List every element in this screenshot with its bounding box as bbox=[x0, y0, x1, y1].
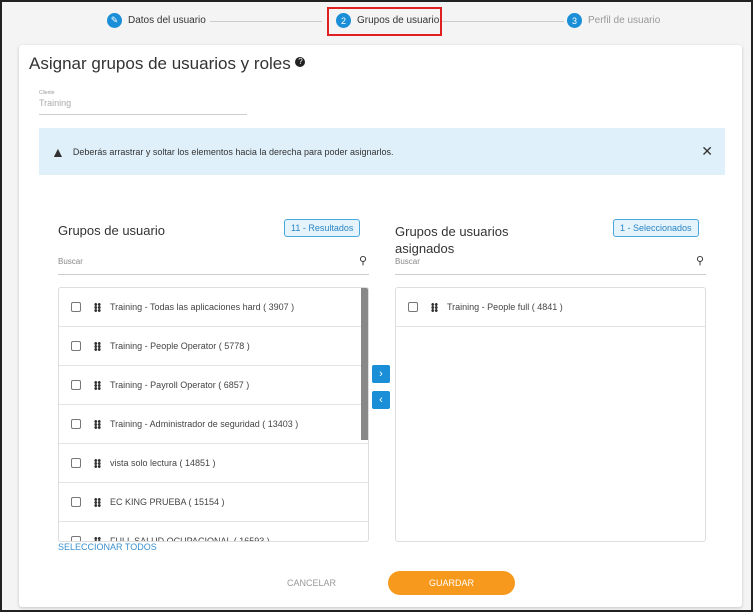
list-item[interactable]: Training - People full ( 4841 ) bbox=[396, 288, 705, 327]
results-badge: 11 - Resultados bbox=[284, 219, 361, 237]
step-perfil[interactable]: 3 Perfil de usuario bbox=[567, 13, 660, 28]
list-item[interactable]: EC KING PRUEBA ( 15154 ) bbox=[59, 483, 368, 522]
list-item[interactable]: vista solo lectura ( 14851 ) bbox=[59, 444, 368, 483]
close-icon[interactable]: ✕ bbox=[701, 143, 713, 160]
info-alert: ▲ Deberás arrastrar y soltar los elemento… bbox=[39, 128, 725, 175]
item-label: Training - Administrador de seguridad ( … bbox=[110, 419, 299, 429]
drag-handle-icon[interactable] bbox=[94, 419, 101, 429]
client-label: Cliente bbox=[39, 90, 55, 96]
drag-handle-icon[interactable] bbox=[431, 302, 438, 312]
select-all-link[interactable]: SELECCIONAR TODOS bbox=[58, 542, 157, 552]
placeholder: Buscar bbox=[58, 257, 83, 266]
step-datos[interactable]: ✎ Datos del usuario bbox=[107, 13, 206, 28]
search-icon[interactable]: ⚲ bbox=[696, 254, 704, 267]
checkbox[interactable] bbox=[71, 419, 81, 429]
drag-handle-icon[interactable] bbox=[94, 458, 101, 468]
list-item[interactable]: Training - Todas las aplicaciones hard (… bbox=[59, 288, 368, 327]
checkbox[interactable] bbox=[71, 380, 81, 390]
checkbox[interactable] bbox=[71, 302, 81, 312]
left-title: Grupos de usuario bbox=[58, 223, 165, 238]
scrollbar[interactable] bbox=[361, 288, 368, 440]
list-item[interactable]: Training - People Operator ( 5778 ) bbox=[59, 327, 368, 366]
item-label: Training - Todas las aplicaciones hard (… bbox=[110, 302, 295, 312]
list-item[interactable]: Training - Payroll Operator ( 6857 ) bbox=[59, 366, 368, 405]
left-list: Training - Todas las aplicaciones hard (… bbox=[58, 287, 369, 542]
checkbox[interactable] bbox=[71, 341, 81, 351]
right-list: Training - People full ( 4841 ) bbox=[395, 287, 706, 542]
item-label: vista solo lectura ( 14851 ) bbox=[110, 458, 216, 468]
move-right-button[interactable]: › bbox=[372, 365, 390, 383]
cancel-button[interactable]: CANCELAR bbox=[287, 578, 336, 588]
step-label: Perfil de usuario bbox=[588, 15, 661, 26]
list-item[interactable]: FULL SALUD OCUPACIONAL ( 16593 ) bbox=[59, 522, 368, 541]
move-left-button[interactable]: ‹ bbox=[372, 391, 390, 409]
checkbox[interactable] bbox=[71, 458, 81, 468]
step-label: Grupos de usuario bbox=[357, 15, 440, 26]
step-number: 2 bbox=[336, 13, 351, 28]
left-search-input[interactable]: Buscar ⚲ bbox=[58, 254, 369, 275]
drag-handle-icon[interactable] bbox=[94, 302, 101, 312]
page-title: Asignar grupos de usuarios y roles ? bbox=[29, 54, 306, 74]
right-search-input[interactable]: Buscar ⚲ bbox=[395, 254, 706, 275]
search-icon[interactable]: ⚲ bbox=[359, 254, 367, 267]
save-button[interactable]: GUARDAR bbox=[388, 571, 515, 595]
item-label: Training - Payroll Operator ( 6857 ) bbox=[110, 380, 250, 390]
step-label: Datos del usuario bbox=[128, 15, 206, 26]
drag-handle-icon[interactable] bbox=[94, 380, 101, 390]
client-field[interactable]: Training bbox=[39, 98, 247, 115]
checkbox[interactable] bbox=[408, 302, 418, 312]
right-title: Grupos de usuarios asignados bbox=[395, 224, 509, 256]
item-label: EC KING PRUEBA ( 15154 ) bbox=[110, 497, 225, 507]
drag-handle-icon[interactable] bbox=[94, 341, 101, 351]
item-label: Training - People full ( 4841 ) bbox=[447, 302, 563, 312]
selected-badge: 1 - Seleccionados bbox=[613, 219, 699, 237]
step-number: 3 bbox=[567, 13, 582, 28]
pencil-icon: ✎ bbox=[107, 13, 122, 28]
alert-text: Deberás arrastrar y soltar los elementos… bbox=[72, 146, 394, 157]
drag-handle-icon[interactable] bbox=[94, 497, 101, 507]
list-item[interactable]: Training - Administrador de seguridad ( … bbox=[59, 405, 368, 444]
item-label: Training - People Operator ( 5778 ) bbox=[110, 341, 250, 351]
step-grupos[interactable]: 2 Grupos de usuario bbox=[336, 13, 439, 28]
help-icon[interactable]: ? bbox=[295, 57, 306, 67]
placeholder: Buscar bbox=[395, 257, 420, 266]
main-card: Asignar grupos de usuarios y roles ? Cli… bbox=[19, 45, 742, 607]
checkbox[interactable] bbox=[71, 497, 81, 507]
warning-icon: ▲ bbox=[51, 143, 65, 160]
